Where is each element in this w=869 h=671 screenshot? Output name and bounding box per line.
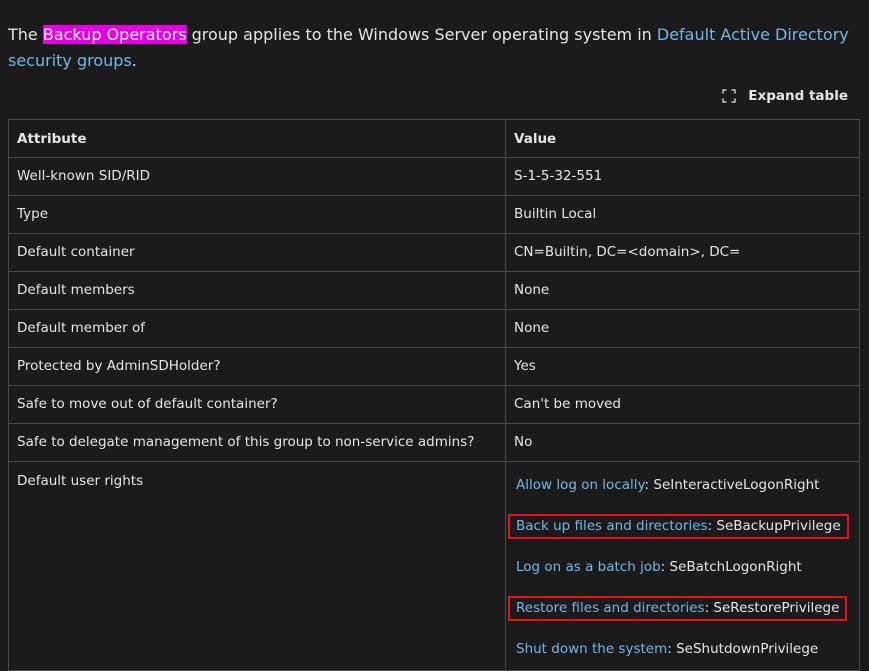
- attribute-cell: Default members: [8, 271, 506, 310]
- search-highlight: Backup Operators: [42, 25, 187, 44]
- table-row: Default container CN=Builtin, DC=<domain…: [8, 233, 860, 272]
- user-right-log-on-as-batch: Log on as a batch job: SeBatchLogonRight: [508, 555, 810, 580]
- value-cell: No: [505, 423, 860, 462]
- table-row: Protected by AdminSDHolder? Yes: [8, 347, 860, 386]
- log-on-as-batch-job-link[interactable]: Log on as a batch job: [516, 559, 661, 575]
- attribute-cell: Protected by AdminSDHolder?: [8, 347, 506, 386]
- table-row: Default member of None: [8, 309, 860, 348]
- attribute-cell: Well-known SID/RID: [8, 157, 506, 196]
- user-right-back-up-files: Back up files and directories: SeBackupP…: [508, 514, 849, 539]
- intro-paragraph: The Backup Operators group applies to th…: [8, 22, 858, 74]
- header-value: Value: [505, 119, 860, 158]
- header-attribute: Attribute: [8, 119, 506, 158]
- table-row: Well-known SID/RID S-1-5-32-551: [8, 157, 860, 196]
- attribute-cell: Default member of: [8, 309, 506, 348]
- attribute-cell: Default container: [8, 233, 506, 272]
- table-row: Safe to delegate management of this grou…: [8, 423, 860, 462]
- user-right-allow-log-on-locally: Allow log on locally: SeInteractiveLogon…: [508, 473, 827, 498]
- table-row: Safe to move out of default container? C…: [8, 385, 860, 424]
- attributes-table: Attribute Value Well-known SID/RID S-1-5…: [8, 119, 860, 671]
- user-right-restore-files: Restore files and directories: SeRestore…: [508, 596, 848, 621]
- table-row: Default members None: [8, 271, 860, 310]
- user-right-constant: : SeRestorePrivilege: [704, 600, 840, 616]
- value-cell: CN=Builtin, DC=<domain>, DC=: [505, 233, 860, 272]
- table-row: Type Builtin Local: [8, 195, 860, 234]
- user-right-constant: : SeBatchLogonRight: [660, 559, 802, 575]
- attribute-cell: Type: [8, 195, 506, 234]
- table-row-user-rights: Default user rights Allow log on locally…: [8, 461, 860, 671]
- intro-prefix: The: [8, 25, 43, 44]
- attribute-cell: Safe to delegate management of this grou…: [8, 423, 506, 462]
- user-right-constant: : SeInteractiveLogonRight: [644, 477, 820, 493]
- attribute-cell: Safe to move out of default container?: [8, 385, 506, 424]
- expand-table-button[interactable]: Expand table: [722, 85, 848, 107]
- value-cell: None: [505, 309, 860, 348]
- value-cell: Yes: [505, 347, 860, 386]
- expand-table-label: Expand table: [748, 88, 848, 104]
- shut-down-system-link[interactable]: Shut down the system: [516, 641, 667, 657]
- user-right-constant: : SeBackupPrivilege: [707, 518, 841, 534]
- intro-middle: group applies to the Windows Server oper…: [186, 25, 657, 44]
- allow-log-on-locally-link[interactable]: Allow log on locally: [516, 477, 645, 493]
- attribute-cell: Default user rights: [8, 461, 506, 671]
- value-cell: Can't be moved: [505, 385, 860, 424]
- restore-files-link[interactable]: Restore files and directories: [516, 600, 705, 616]
- user-rights-cell: Allow log on locally: SeInteractiveLogon…: [505, 461, 860, 671]
- value-cell: S-1-5-32-551: [505, 157, 860, 196]
- value-cell: Builtin Local: [505, 195, 860, 234]
- intro-suffix: .: [131, 51, 137, 70]
- expand-icon: [722, 89, 736, 103]
- user-right-constant: : SeShutdownPrivilege: [667, 641, 819, 657]
- table-header-row: Attribute Value: [8, 119, 860, 158]
- value-cell: None: [505, 271, 860, 310]
- user-right-shut-down: Shut down the system: SeShutdownPrivileg…: [508, 637, 826, 662]
- back-up-files-link[interactable]: Back up files and directories: [516, 518, 708, 534]
